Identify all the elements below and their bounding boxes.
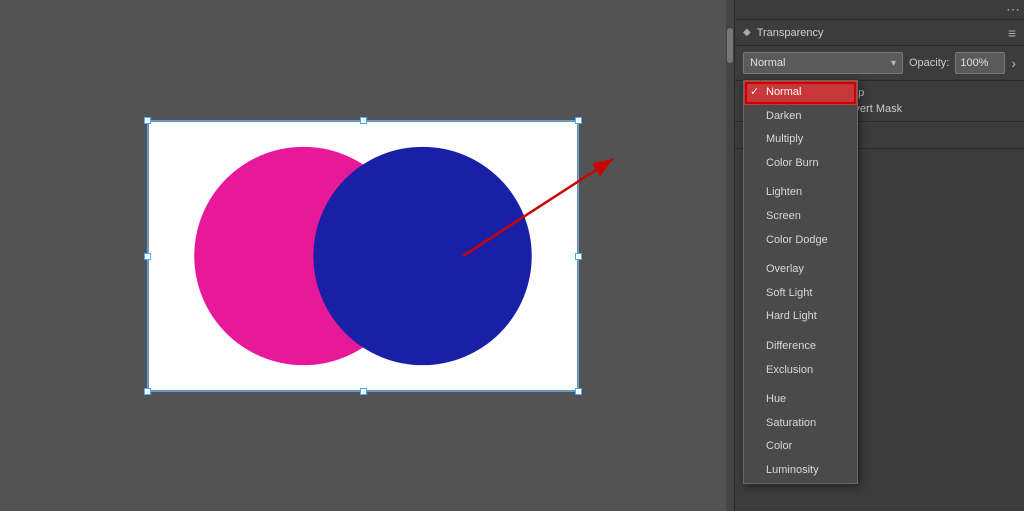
menu-item-soft-light[interactable]: Soft Light xyxy=(744,282,857,306)
canvas-area xyxy=(0,0,726,511)
canvas-scrollbar[interactable] xyxy=(726,0,734,511)
menu-item-normal-label: Normal xyxy=(766,86,801,98)
menu-item-screen[interactable]: Screen xyxy=(744,205,857,229)
blend-mode-menu: Normal Darken Multiply Color Burn Lighte… xyxy=(743,80,858,484)
opacity-arrow[interactable]: › xyxy=(1011,55,1016,71)
blend-mode-dropdown[interactable]: Normal ▾ xyxy=(743,52,903,74)
blend-row: Normal ▾ Opacity: 100% › Normal Darken M… xyxy=(735,46,1024,81)
panel-title: Transparency xyxy=(757,27,1002,39)
menu-item-hue[interactable]: Hue xyxy=(744,388,857,412)
menu-item-color-dodge-label: Color Dodge xyxy=(766,234,828,246)
menu-item-screen-label: Screen xyxy=(766,210,801,222)
menu-item-color-dodge[interactable]: Color Dodge xyxy=(744,229,857,253)
blend-mode-value: Normal xyxy=(750,57,891,69)
top-strip: ⋯ xyxy=(735,0,1024,20)
menu-item-color-burn[interactable]: Color Burn xyxy=(744,152,857,176)
right-panel: ⋯ ◆ Transparency ≡ Normal ▾ Opacity: 100… xyxy=(734,0,1024,511)
menu-item-difference[interactable]: Difference xyxy=(744,335,857,359)
circles-svg xyxy=(149,122,577,390)
opacity-value-text: 100% xyxy=(960,57,988,69)
menu-item-normal[interactable]: Normal xyxy=(744,81,857,105)
menu-item-hue-label: Hue xyxy=(766,393,786,405)
menu-item-overlay[interactable]: Overlay xyxy=(744,258,857,282)
menu-item-color-burn-label: Color Burn xyxy=(766,157,819,169)
canvas-background xyxy=(43,11,683,501)
opacity-input[interactable]: 100% xyxy=(955,52,1005,74)
menu-item-multiply[interactable]: Multiply xyxy=(744,128,857,152)
menu-item-soft-light-label: Soft Light xyxy=(766,287,812,299)
menu-item-darken[interactable]: Darken xyxy=(744,105,857,129)
menu-item-difference-label: Difference xyxy=(766,340,816,352)
artboard xyxy=(148,121,578,391)
blend-mode-arrow: ▾ xyxy=(891,58,896,69)
menu-item-color-label: Color xyxy=(766,440,792,452)
panel-options-icon[interactable]: ⋯ xyxy=(1006,1,1020,18)
menu-item-lighten[interactable]: Lighten xyxy=(744,181,857,205)
menu-item-color[interactable]: Color xyxy=(744,435,857,459)
menu-item-hard-light[interactable]: Hard Light xyxy=(744,305,857,329)
menu-item-darken-label: Darken xyxy=(766,110,801,122)
scrollbar-thumb[interactable] xyxy=(727,28,733,63)
menu-item-lighten-label: Lighten xyxy=(766,186,802,198)
opacity-label: Opacity: xyxy=(909,57,949,69)
menu-item-saturation-label: Saturation xyxy=(766,417,816,429)
menu-item-multiply-label: Multiply xyxy=(766,133,803,145)
menu-item-exclusion[interactable]: Exclusion xyxy=(744,359,857,383)
menu-item-luminosity-label: Luminosity xyxy=(766,464,819,476)
panel-header: ◆ Transparency ≡ xyxy=(735,20,1024,46)
panel-menu-icon[interactable]: ≡ xyxy=(1008,25,1016,41)
menu-item-hard-light-label: Hard Light xyxy=(766,310,817,322)
circle-blue xyxy=(313,146,531,364)
menu-item-saturation[interactable]: Saturation xyxy=(744,412,857,436)
menu-item-exclusion-label: Exclusion xyxy=(766,364,813,376)
menu-item-luminosity[interactable]: Luminosity xyxy=(744,459,857,483)
transparency-icon: ◆ xyxy=(743,27,751,38)
menu-item-overlay-label: Overlay xyxy=(766,263,804,275)
